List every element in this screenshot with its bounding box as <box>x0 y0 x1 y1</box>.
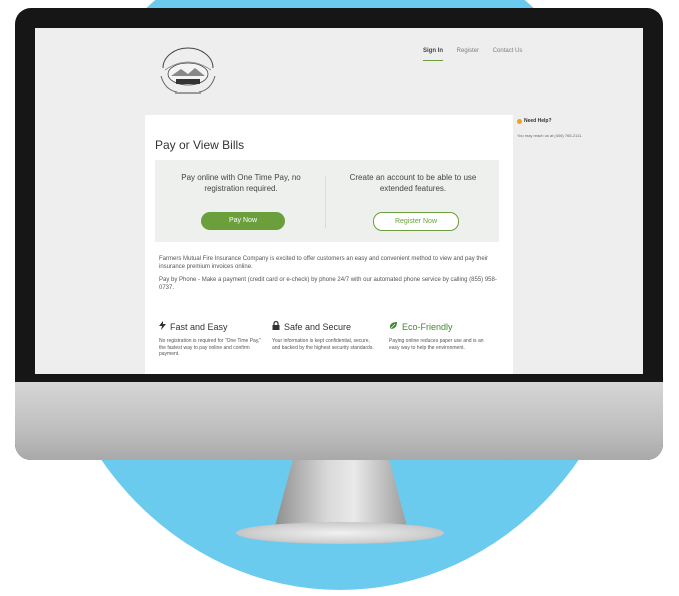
lock-icon <box>272 320 280 332</box>
top-nav: Sign In Register Contact Us <box>423 48 534 61</box>
info-icon <box>517 118 522 124</box>
help-phone-text: You may reach us at (406) 765-2111. <box>517 133 583 138</box>
company-logo[interactable] <box>157 46 219 98</box>
monitor-screen: Sign In Register Contact Us Pay or View … <box>35 28 643 374</box>
nav-sign-in[interactable]: Sign In <box>423 48 443 61</box>
one-time-pay-text: Pay online with One Time Pay, no registr… <box>181 173 301 193</box>
pay-by-phone-paragraph: Pay by Phone - Make a payment (credit ca… <box>159 277 497 291</box>
feature-title: Fast and Easy <box>159 321 263 332</box>
feature-title-text: Fast and Easy <box>170 321 228 332</box>
help-title: Need Help? <box>517 118 637 124</box>
nav-contact-us[interactable]: Contact Us <box>493 48 523 54</box>
site-header: Sign In Register Contact Us <box>35 28 643 110</box>
options-divider <box>325 176 326 228</box>
monitor-frame: Sign In Register Contact Us Pay or View … <box>15 8 663 460</box>
feature-safe-secure: Safe and Secure Your information is kept… <box>272 320 376 351</box>
feature-title-text: Safe and Secure <box>284 321 352 332</box>
monitor-stand-foot <box>236 522 444 544</box>
lightning-icon <box>159 321 166 332</box>
monitor-chin <box>15 382 663 460</box>
leaf-icon <box>389 321 398 332</box>
feature-text: No registration is required for "One Tim… <box>159 338 262 357</box>
nav-register[interactable]: Register <box>457 48 479 54</box>
help-title-text: Need Help? <box>524 118 552 124</box>
feature-text: Your information is kept confidential, s… <box>272 338 374 351</box>
feature-eco-friendly: Eco-Friendly Paying online reduces paper… <box>389 321 493 351</box>
feature-title: Safe and Secure <box>272 320 376 332</box>
monitor-stand-neck <box>274 460 408 530</box>
help-panel: Need Help? You may reach us at (406) 765… <box>517 118 637 138</box>
payment-options: Pay online with One Time Pay, no registr… <box>155 160 499 242</box>
intro-paragraph: Farmers Mutual Fire Insurance Company is… <box>159 256 489 270</box>
feature-text: Paying online reduces paper use and is a… <box>389 338 484 351</box>
register-text: Create an account to be able to use exte… <box>349 173 477 193</box>
page-title: Pay or View Bills <box>155 138 245 152</box>
main-card: Pay or View Bills Pay online with One Ti… <box>145 115 513 374</box>
feature-fast-easy: Fast and Easy No registration is require… <box>159 321 263 358</box>
description: Farmers Mutual Fire Insurance Company is… <box>159 256 499 298</box>
feature-title: Eco-Friendly <box>389 321 493 332</box>
pay-now-button[interactable]: Pay Now <box>201 212 285 230</box>
feature-title-text: Eco-Friendly <box>402 321 453 332</box>
register-now-button[interactable]: Register Now <box>373 212 459 231</box>
